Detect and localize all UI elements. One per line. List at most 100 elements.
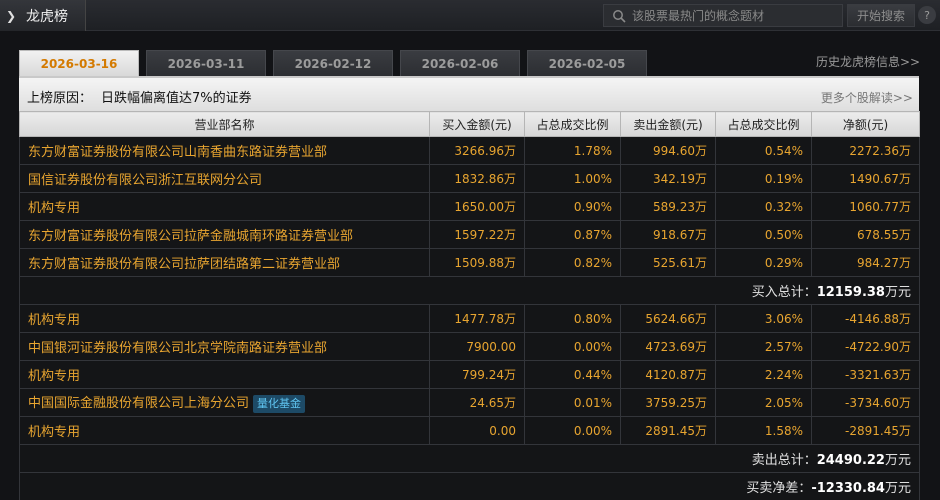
cell-value: 0.01% — [573, 395, 612, 410]
cell-value: 0.44% — [573, 367, 612, 382]
cell-value: 525.61万 — [653, 256, 707, 270]
broker-name[interactable]: 东方财富证券股份有限公司拉萨团结路第二证券营业部 — [28, 257, 340, 272]
value-cell: -3734.60万 — [811, 388, 920, 417]
dragon-tiger-panel: 上榜原因： 日跌幅偏离值达7%的证券 更多个股解读>> 营业部名称 买入金额(元… — [19, 76, 920, 500]
cell-value: 0.00% — [573, 423, 612, 438]
total-label: 买入总计： — [751, 285, 817, 300]
cell-value: 0.32% — [764, 199, 803, 214]
history-link[interactable]: 历史龙虎榜信息>> — [816, 53, 920, 70]
value-cell: 0.00% — [524, 416, 621, 445]
table-row[interactable]: 机构专用 1650.00万 0.90% 589.23万 0.32% 1060.77万 — [19, 192, 920, 221]
value-cell: 589.23万 — [620, 192, 716, 221]
cell-value: 1.58% — [764, 423, 803, 438]
value-cell: 0.50% — [715, 220, 812, 249]
total-unit: 万元 — [884, 285, 911, 300]
cell-value: 1597.22万 — [454, 228, 516, 242]
title-tab[interactable]: ❯ 龙虎榜 — [0, 0, 86, 31]
cell-value: 2891.45万 — [645, 424, 707, 438]
quant-fund-badge[interactable]: 量化基金 — [253, 394, 306, 413]
table-row[interactable]: 机构专用 0.00 0.00% 2891.45万 1.58% -2891.45万 — [19, 416, 920, 445]
table-header-row: 营业部名称 买入金额(元) 占总成交比例 卖出金额(元) 占总成交比例 净额(元… — [19, 111, 920, 137]
buy-total-row-cell: 买入总计：12159.38万元 — [19, 276, 920, 305]
value-cell: 2.57% — [715, 332, 812, 361]
column-header: 买入金额(元) — [429, 111, 525, 137]
value-cell: 3266.96万 — [429, 136, 525, 165]
table-row[interactable]: 东方财富证券股份有限公司拉萨团结路第二证券营业部 1509.88万 0.82% 525… — [19, 248, 920, 277]
cell-value: 984.27万 — [857, 256, 911, 270]
value-cell: 0.01% — [524, 388, 621, 417]
broker-name[interactable]: 东方财富证券股份有限公司拉萨金融城南环路证券营业部 — [28, 229, 353, 244]
column-header: 卖出金额(元) — [620, 111, 716, 137]
reason-bar: 上榜原因： 日跌幅偏离值达7%的证券 更多个股解读>> — [19, 76, 919, 111]
cell-value: 7900.00 — [466, 339, 516, 354]
value-cell: -4146.88万 — [811, 304, 920, 333]
cell-value: 678.55万 — [857, 228, 911, 242]
top-bar: ❯ 龙虎榜 开始搜索 ? — [0, 0, 940, 31]
tab-date-1[interactable]: 2026-03-16 — [19, 50, 139, 76]
cell-value: 5624.66万 — [645, 312, 707, 326]
search-input[interactable] — [632, 8, 832, 23]
search-box — [603, 4, 843, 27]
cell-value: 2272.36万 — [849, 144, 911, 158]
tab-date-4[interactable]: 2026-02-06 — [400, 50, 520, 76]
more-analysis-link[interactable]: 更多个股解读>> — [821, 89, 913, 106]
broker-name-cell: 中国银河证券股份有限公司北京学院南路证券营业部 — [19, 332, 430, 361]
value-cell: 342.19万 — [620, 164, 716, 193]
table-row[interactable]: 国信证券股份有限公司浙江互联网分公司 1832.86万 1.00% 342.19万 0.… — [19, 164, 920, 193]
table-row[interactable]: 中国国际金融股份有限公司上海分公司 量化基金 24.65万 0.01% 3759.25万… — [19, 388, 920, 417]
cell-value: 918.67万 — [653, 228, 707, 242]
help-icon[interactable]: ? — [918, 6, 936, 24]
sell-total-row-cell: 卖出总计：24490.22万元 — [19, 444, 920, 473]
broker-name[interactable]: 东方财富证券股份有限公司山南香曲东路证券营业部 — [28, 145, 327, 160]
trading-table: 营业部名称 买入金额(元) 占总成交比例 卖出金额(元) 占总成交比例 净额(元… — [19, 111, 920, 500]
cell-value: 0.50% — [764, 227, 803, 242]
column-header: 营业部名称 — [19, 111, 430, 137]
broker-name-cell: 机构专用 — [19, 192, 430, 221]
table-row[interactable]: 中国银河证券股份有限公司北京学院南路证券营业部 7900.00 0.00% 4723.… — [19, 332, 920, 361]
table-row[interactable]: 机构专用 1477.78万 0.80% 5624.66万 3.06% -4146.88万 — [19, 304, 920, 333]
cell-value: 0.90% — [573, 199, 612, 214]
cell-value: 1832.86万 — [454, 172, 516, 186]
net-diff-row-cell: 买卖净差：-12330.84万元 — [19, 472, 920, 500]
broker-name-cell: 机构专用 — [19, 416, 430, 445]
cell-value: -4722.90万 — [845, 340, 911, 354]
broker-name-cell: 东方财富证券股份有限公司山南香曲东路证券营业部 — [19, 136, 430, 165]
broker-name[interactable]: 机构专用 — [28, 425, 80, 440]
broker-name-cell: 机构专用 — [19, 360, 430, 389]
broker-name[interactable]: 国信证券股份有限公司浙江互联网分公司 — [28, 173, 262, 188]
column-header: 占总成交比例 — [524, 111, 621, 137]
broker-name[interactable]: 机构专用 — [28, 369, 80, 384]
chevron-right-icon: ❯ — [6, 8, 17, 23]
buy-total-row: 买入总计：12159.38万元 — [19, 276, 920, 305]
value-cell: 984.27万 — [811, 248, 920, 277]
search-button[interactable]: 开始搜索 — [847, 4, 915, 27]
tab-date-3[interactable]: 2026-02-12 — [273, 50, 393, 76]
broker-name[interactable]: 中国银河证券股份有限公司北京学院南路证券营业部 — [28, 341, 327, 356]
table-row[interactable]: 东方财富证券股份有限公司拉萨金融城南环路证券营业部 1597.22万 0.87% 91… — [19, 220, 920, 249]
reason-value: 日跌幅偏离值达7%的证券 — [101, 91, 252, 106]
cell-value: -3734.60万 — [845, 396, 911, 410]
table-row[interactable]: 东方财富证券股份有限公司山南香曲东路证券营业部 3266.96万 1.78% 994.… — [19, 136, 920, 165]
cell-value: 0.00% — [573, 339, 612, 354]
cell-value: -4146.88万 — [845, 312, 911, 326]
value-cell: 0.80% — [524, 304, 621, 333]
cell-value: 3759.25万 — [645, 396, 707, 410]
cell-value: 1.00% — [573, 171, 612, 186]
value-cell: 799.24万 — [429, 360, 525, 389]
tab-date-5[interactable]: 2026-02-05 — [527, 50, 647, 76]
value-cell: 2.24% — [715, 360, 812, 389]
search-icon — [610, 7, 628, 25]
broker-name[interactable]: 中国国际金融股份有限公司上海分公司 — [28, 396, 249, 411]
cell-value: 799.24万 — [462, 368, 516, 382]
total-value: 12159.38 — [816, 285, 885, 300]
broker-name[interactable]: 机构专用 — [28, 201, 80, 216]
value-cell: 1490.67万 — [811, 164, 920, 193]
broker-name[interactable]: 机构专用 — [28, 313, 80, 328]
value-cell: 7900.00 — [429, 332, 525, 361]
value-cell: 1597.22万 — [429, 220, 525, 249]
table-row[interactable]: 机构专用 799.24万 0.44% 4120.87万 2.24% -3321.63万 — [19, 360, 920, 389]
value-cell: 0.00% — [524, 332, 621, 361]
tab-date-2[interactable]: 2026-03-11 — [146, 50, 266, 76]
value-cell: 3759.25万 — [620, 388, 716, 417]
value-cell: 5624.66万 — [620, 304, 716, 333]
